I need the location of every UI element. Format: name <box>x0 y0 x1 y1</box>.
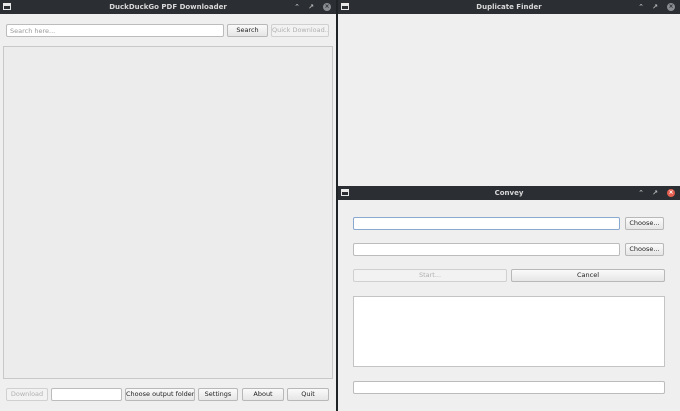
source-path-input[interactable] <box>353 217 620 230</box>
maximize-icon[interactable]: ↗ <box>650 2 660 12</box>
duplicate-finder-titlebar[interactable]: Duplicate Finder ⌃ ↗ × <box>338 0 680 14</box>
settings-button[interactable]: Settings <box>198 388 238 401</box>
maximize-icon[interactable]: ↗ <box>650 188 660 198</box>
quit-button[interactable]: Quit <box>287 388 329 401</box>
window-icon <box>3 3 11 10</box>
window-icon <box>341 189 349 196</box>
choose-output-folder-button[interactable]: Choose output folder... <box>125 388 195 401</box>
results-list[interactable] <box>3 46 333 379</box>
destination-path-input[interactable] <box>353 243 620 256</box>
convey-titlebar[interactable]: Convey ⌃ ↗ × <box>338 186 680 200</box>
duplicate-finder-window: Duplicate Finder ⌃ ↗ × <box>338 0 680 186</box>
cancel-button[interactable]: Cancel <box>511 269 665 282</box>
minimize-icon[interactable]: ⌃ <box>636 2 646 12</box>
download-button[interactable]: Download <box>6 388 48 401</box>
maximize-icon[interactable]: ↗ <box>306 2 316 12</box>
convey-window: Convey ⌃ ↗ × Choose... Choose... Start..… <box>338 186 680 411</box>
window-icon <box>341 3 349 10</box>
minimize-icon[interactable]: ⌃ <box>636 188 646 198</box>
log-output-area[interactable] <box>353 296 665 367</box>
choose-source-button[interactable]: Choose... <box>625 217 664 230</box>
close-icon[interactable]: × <box>667 189 675 197</box>
pdf-downloader-titlebar[interactable]: DuckDuckGo PDF Downloader ⌃ ↗ × <box>0 0 336 14</box>
start-button[interactable]: Start... <box>353 269 507 282</box>
status-field[interactable] <box>353 381 665 394</box>
close-icon[interactable]: × <box>323 3 331 11</box>
search-button[interactable]: Search <box>227 24 268 37</box>
about-button[interactable]: About <box>242 388 284 401</box>
download-path-input[interactable] <box>51 388 122 401</box>
search-input[interactable] <box>6 24 224 37</box>
minimize-icon[interactable]: ⌃ <box>292 2 302 12</box>
choose-destination-button[interactable]: Choose... <box>625 243 664 256</box>
window-title: Duplicate Finder <box>476 3 542 11</box>
window-title: Convey <box>494 189 524 197</box>
quick-download-button[interactable]: Quick Download... <box>271 24 329 37</box>
pdf-downloader-window: DuckDuckGo PDF Downloader ⌃ ↗ × Search Q… <box>0 0 336 411</box>
window-title: DuckDuckGo PDF Downloader <box>109 3 227 11</box>
close-icon[interactable]: × <box>667 3 675 11</box>
